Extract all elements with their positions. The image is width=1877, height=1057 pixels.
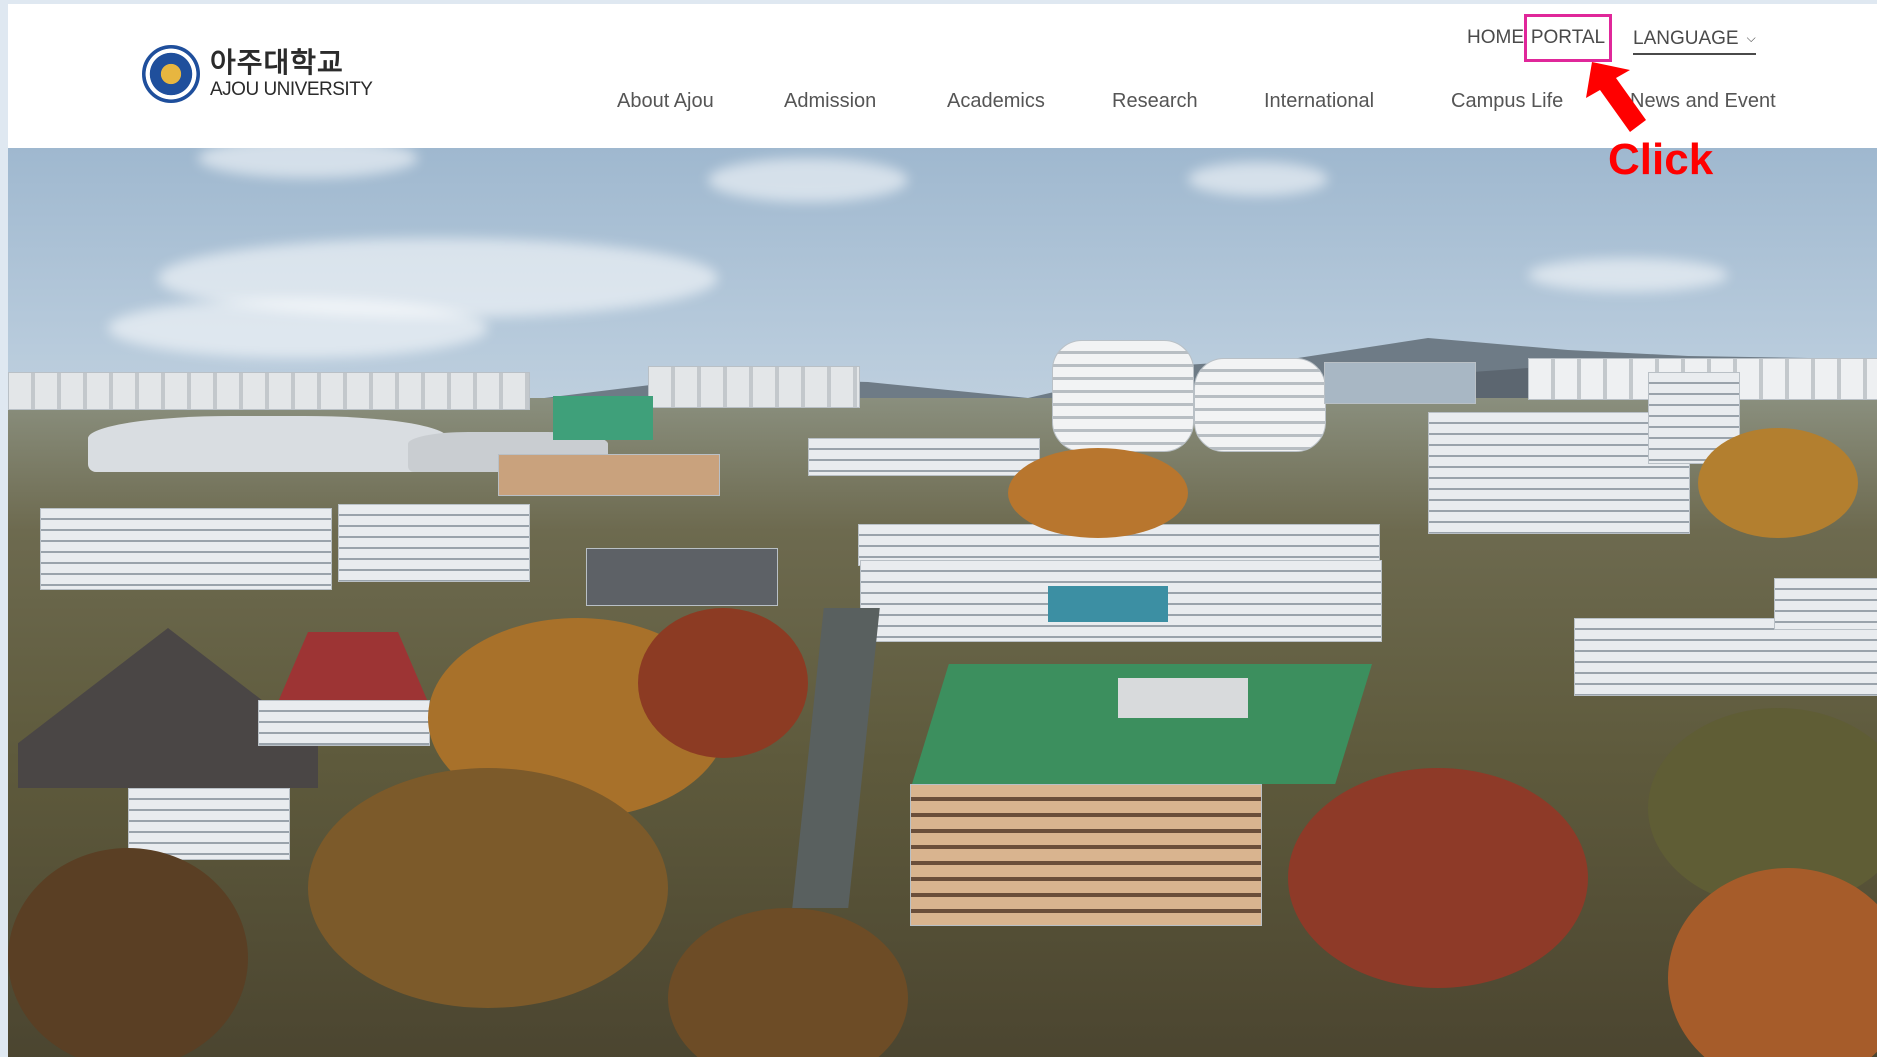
- glass-building-shape: [1324, 362, 1476, 404]
- chapel-building-shape: [128, 788, 290, 860]
- logo-korean-name: 아주대학교: [210, 46, 344, 79]
- round-tower-shape: [1194, 358, 1326, 452]
- cloud-shape: [1528, 258, 1728, 292]
- autumn-trees-shape: [308, 768, 668, 1008]
- rooftop-unit-shape: [1118, 678, 1248, 718]
- autumn-trees-shape: [1698, 428, 1858, 538]
- city-buildings: [8, 372, 530, 410]
- browser-viewport: 아주대학교 AJOU UNIVERSITY HOME PORTAL LANGUA…: [8, 4, 1877, 1057]
- campus-building-shape: [258, 700, 430, 746]
- cloud-shape: [1188, 162, 1328, 196]
- chevron-down-icon: ⌵: [1746, 31, 1756, 45]
- glass-atrium-shape: [1048, 586, 1168, 622]
- cloud-shape: [708, 158, 908, 202]
- click-annotation-label: Click: [1608, 135, 1714, 184]
- campus-building-shape: [1774, 578, 1877, 630]
- autumn-trees-shape: [1288, 768, 1588, 988]
- language-dropdown-label: LANGUAGE: [1633, 28, 1739, 49]
- campus-building-shape: [808, 438, 1040, 476]
- autumn-trees-shape: [1008, 448, 1188, 538]
- nav-item-international[interactable]: International: [1264, 84, 1374, 118]
- nav-item-admission[interactable]: Admission: [784, 84, 876, 118]
- campus-building-shape: [40, 508, 332, 590]
- green-building-shape: [553, 396, 653, 440]
- campus-building-shape: [338, 504, 530, 582]
- red-arrow-icon: [1586, 62, 1646, 132]
- city-buildings: [648, 366, 860, 408]
- portal-link[interactable]: PORTAL: [1524, 14, 1612, 62]
- nav-item-research[interactable]: Research: [1112, 84, 1198, 118]
- campus-building-shape: [586, 548, 778, 606]
- campus-building-shape: [498, 454, 720, 496]
- autumn-trees-shape: [638, 608, 808, 758]
- round-tower-shape: [1052, 340, 1194, 452]
- nav-item-campus-life[interactable]: Campus Life: [1451, 84, 1563, 118]
- campus-hero-image: [8, 148, 1877, 1057]
- cloud-shape: [198, 148, 418, 178]
- nav-item-academics[interactable]: Academics: [947, 84, 1045, 118]
- library-building-shape: [910, 784, 1262, 926]
- logo-english-name: AJOU UNIVERSITY: [210, 79, 373, 100]
- home-link[interactable]: HOME: [1467, 14, 1524, 62]
- logo-wordmark: 아주대학교 AJOU UNIVERSITY: [210, 46, 373, 100]
- university-seal-icon: [142, 45, 200, 103]
- university-logo[interactable]: 아주대학교 AJOU UNIVERSITY: [142, 42, 373, 106]
- language-dropdown[interactable]: LANGUAGE ⌵: [1633, 23, 1756, 55]
- autumn-trees-shape: [8, 848, 248, 1057]
- nav-item-about-ajou[interactable]: About Ajou: [617, 84, 714, 118]
- stadium-shape: [88, 416, 448, 472]
